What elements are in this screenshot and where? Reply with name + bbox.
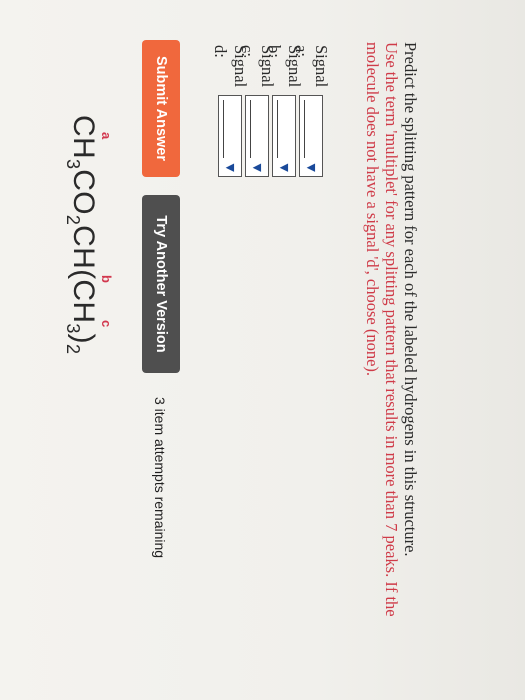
dropdown-arrow-icon: ▼	[251, 163, 265, 172]
question-prompt: Predict the splitting pattern for each o…	[401, 42, 420, 557]
submit-answer-button[interactable]: Submit Answer	[142, 40, 180, 177]
dropdown-arrow-icon: ▼	[278, 163, 292, 172]
signal-label: Signal d:	[211, 45, 251, 88]
chemical-formula: CH3CO2CH(CH3)2	[63, 115, 100, 355]
dropdown-arrow-icon: ▼	[305, 163, 319, 172]
attempts-remaining-text: 3 item attempts remaining	[152, 397, 168, 559]
label-a: a	[99, 132, 114, 140]
label-b: b	[99, 275, 114, 283]
signal-d-select[interactable]: ▼	[218, 95, 243, 177]
signal-row-d: Signal d: ▼	[212, 45, 251, 177]
try-another-version-button[interactable]: Try Another Version	[142, 195, 180, 373]
signal-a-select[interactable]: ▼	[299, 95, 324, 177]
question-text-block: Predict the splitting pattern for each o…	[363, 42, 420, 642]
photo-screen: a b c CH3CO2CH(CH3)2 Predict the splitti…	[0, 0, 525, 700]
question-instructions: Use the term 'multiplet' for any splitti…	[363, 42, 401, 617]
chemical-structure: a b c CH3CO2CH(CH3)2	[62, 115, 114, 355]
dropdown-arrow-icon: ▼	[224, 163, 238, 172]
signal-b-select[interactable]: ▼	[272, 95, 297, 177]
signal-list: Signal a: ▼ Signal b: ▼ Signal c: ▼ Sign…	[212, 45, 332, 177]
question-panel: a b c CH3CO2CH(CH3)2 Predict the splitti…	[0, 0, 525, 700]
signal-c-select[interactable]: ▼	[245, 95, 270, 177]
label-c: c	[99, 320, 114, 328]
